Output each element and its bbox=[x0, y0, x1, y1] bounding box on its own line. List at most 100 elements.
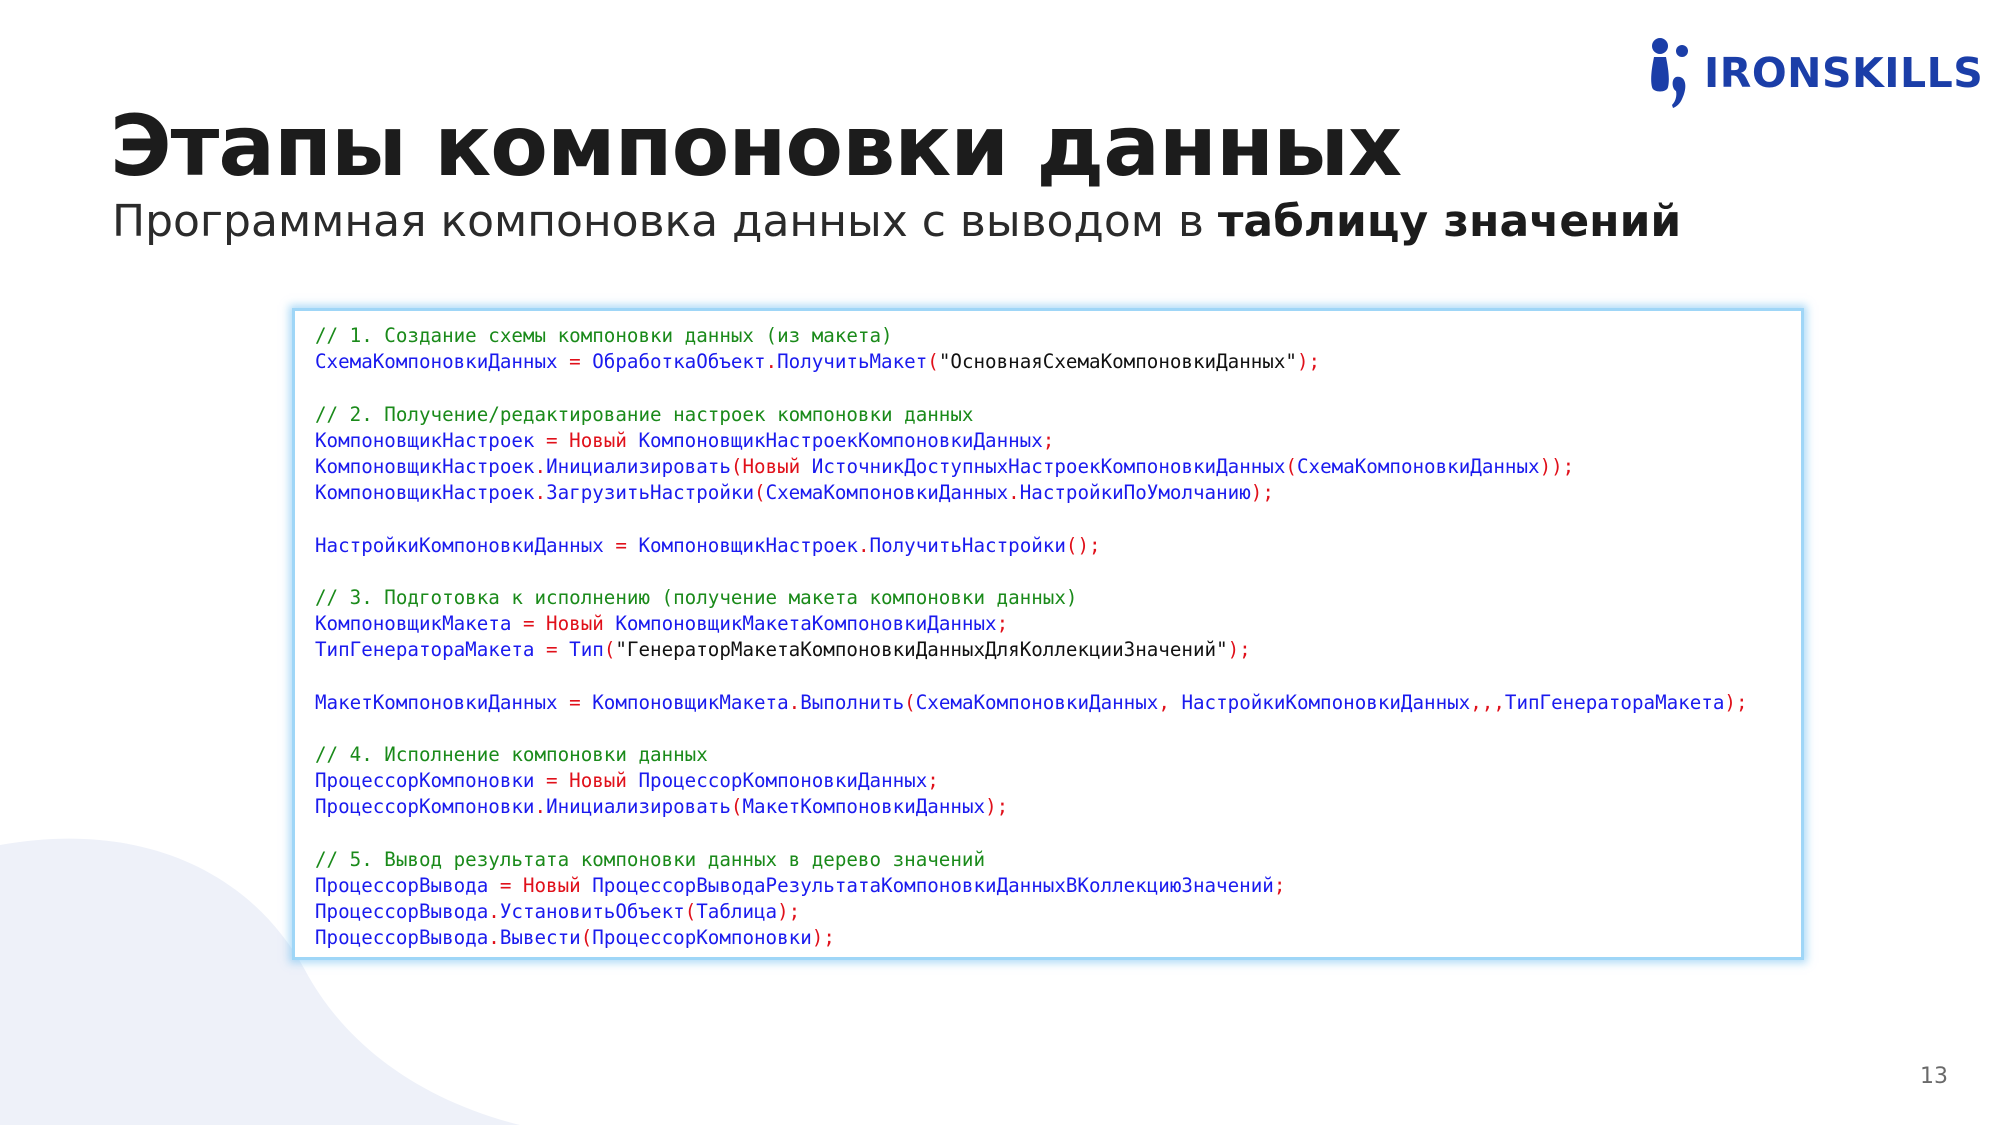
subtitle-bold: таблицу значений bbox=[1217, 196, 1682, 247]
code-token-op: ( bbox=[1285, 454, 1297, 478]
code-token-op: ); bbox=[1296, 350, 1321, 374]
code-token-kw: Новый bbox=[546, 612, 604, 636]
code-line: // 1. Создание схемы компоновки данных (… bbox=[315, 323, 1801, 349]
code-token-id: Тип bbox=[569, 638, 604, 662]
code-token-op: ( bbox=[580, 926, 593, 950]
code-token-id: ЗагрузитьНастройки bbox=[546, 481, 754, 505]
code-line: // 4. Исполнение компоновки данных bbox=[315, 742, 1801, 768]
code-token-id: Выполнить bbox=[800, 690, 905, 714]
code-token-op: )); bbox=[1539, 454, 1575, 478]
code-token-com: // 2. Получение/редактирование настроек … bbox=[315, 402, 974, 426]
code-token-op: ( bbox=[684, 900, 697, 924]
code-token-id: ИсточникДоступныхНастроекКомпоновкиДанны… bbox=[800, 454, 1286, 478]
code-token-kw: Новый bbox=[569, 769, 627, 793]
code-line: // 3. Подготовка к исполнению (получение… bbox=[315, 585, 1801, 611]
code-token-op: ,,, bbox=[1470, 690, 1505, 714]
code-line: ПроцессорВывода.УстановитьОбъект(Таблица… bbox=[315, 899, 1801, 925]
code-token-op: = bbox=[534, 638, 570, 662]
code-token-op: ( bbox=[603, 638, 616, 662]
code-token-op: ; bbox=[927, 769, 939, 793]
code-token-kw: Новый bbox=[522, 873, 581, 897]
code-token-op: ); bbox=[1724, 690, 1748, 714]
code-token-op: . bbox=[488, 926, 500, 950]
code-token-id: ПроцессорКомпоновкиДанных bbox=[626, 769, 928, 793]
code-token-id: ПолучитьМакет bbox=[777, 350, 928, 374]
page-number: 13 bbox=[1920, 1064, 1948, 1089]
code-token-op: . bbox=[534, 795, 547, 819]
code-token-op: ); bbox=[985, 795, 1009, 819]
code-line: ПроцессорКомпоновки = Новый ПроцессорКом… bbox=[315, 768, 1801, 794]
code-token-id: КомпоновщикМакета bbox=[315, 612, 512, 636]
code-token-id: НастройкиКомпоновкиДанных bbox=[1181, 690, 1471, 714]
code-token-op: ( bbox=[730, 795, 743, 819]
code-token-op: ( bbox=[927, 350, 939, 374]
code-token-id: ПроцессорКомпоновки bbox=[315, 795, 535, 819]
code-token-id: МакетКомпоновкиДанных bbox=[742, 795, 986, 819]
subtitle-regular: Программная компоновка данных с выводом … bbox=[112, 196, 1204, 247]
code-token-com: // 1. Создание схемы компоновки данных (… bbox=[315, 324, 893, 347]
code-token-id: ТипГенератораМакета bbox=[1504, 690, 1725, 714]
code-token-op: ; bbox=[996, 612, 1009, 636]
code-token-op: . bbox=[857, 533, 870, 557]
code-token-id: ПроцессорВывода bbox=[315, 873, 489, 897]
code-token-op: ); bbox=[777, 900, 801, 924]
code-token-kw: Новый bbox=[569, 428, 627, 452]
code-token-id: ПроцессорВыводаРезультатаКомпоновкиДанны… bbox=[580, 873, 1274, 897]
code-token-op: ( bbox=[904, 690, 916, 714]
code-token-str: "ГенераторМакетаКомпоновкиДанныхДляКолле… bbox=[615, 638, 1228, 662]
code-token-id: Вывести bbox=[499, 926, 581, 950]
code-line: ПроцессорВывода.Вывести(ПроцессорКомпоно… bbox=[315, 925, 1801, 951]
code-line: ПроцессорВывода = Новый ПроцессорВыводаР… bbox=[315, 873, 1801, 899]
code-token-id: СхемаКомпоновкиДанных bbox=[315, 350, 558, 374]
code-token-id: УстановитьОбъект bbox=[499, 900, 685, 924]
code-token-id: ПроцессорКомпоновки bbox=[315, 769, 535, 793]
code-token-op: = bbox=[511, 612, 547, 636]
code-token-op: ); bbox=[811, 926, 835, 950]
code-token-op: . bbox=[534, 481, 547, 505]
code-block: // 1. Создание схемы компоновки данных (… bbox=[292, 308, 1804, 960]
code-token-id: КомпоновщикНастроек bbox=[315, 454, 535, 478]
code-line: СхемаКомпоновкиДанных = ОбработкаОбъект.… bbox=[315, 349, 1801, 375]
code-token-op: ( bbox=[754, 481, 766, 505]
code-token-op: ; bbox=[1273, 873, 1286, 897]
code-token-id: НастройкиПоУмолчанию bbox=[1019, 481, 1251, 505]
code-token-op: . bbox=[488, 900, 500, 924]
code-line: // 5. Вывод результата компоновки данных… bbox=[315, 847, 1801, 873]
code-token-id: СхемаКомпоновкиДанных bbox=[1296, 454, 1540, 478]
ironskills-mark-icon bbox=[1651, 38, 1688, 108]
code-token-op: . bbox=[765, 350, 778, 374]
code-token-id: КомпоновщикМакета bbox=[592, 690, 789, 714]
code-token-id: СхемаКомпоновкиДанных bbox=[765, 481, 1009, 505]
code-token-id: КомпоновщикНастроекКомпоновкиДанных bbox=[626, 428, 1043, 452]
code-token-id: НастройкиКомпоновкиДанных bbox=[315, 533, 604, 557]
code-token-op: ; bbox=[1042, 428, 1055, 452]
code-token-com: // 5. Вывод результата компоновки данных… bbox=[315, 847, 986, 871]
code-token-id: Инициализировать bbox=[546, 795, 731, 819]
code-token-op: = bbox=[488, 873, 523, 897]
code-token-op: = bbox=[557, 690, 593, 714]
code-token-id: КомпоновщикНастроек bbox=[638, 533, 858, 557]
code-token-op: . bbox=[534, 454, 547, 478]
code-token-id: КомпоновщикНастроек bbox=[315, 481, 535, 505]
code-line: ПроцессорКомпоновки.Инициализировать(Мак… bbox=[315, 794, 1801, 820]
code-token-id: ПолучитьНастройки bbox=[869, 533, 1066, 557]
code-line: КомпоновщикМакета = Новый КомпоновщикМак… bbox=[315, 611, 1801, 637]
code-token-id: Таблица bbox=[696, 900, 778, 924]
code-token-id: ПроцессорВывода bbox=[315, 926, 489, 950]
code-token-id: ТипГенератораМакета bbox=[315, 638, 535, 662]
code-token-str: "ОсновнаяСхемаКомпоновкиДанных" bbox=[938, 350, 1297, 374]
code-token-op: = bbox=[557, 350, 593, 374]
code-line: КомпоновщикНастроек.Инициализировать(Нов… bbox=[315, 454, 1801, 480]
code-token-com: // 3. Подготовка к исполнению (получение… bbox=[315, 585, 1078, 609]
code-token-op: = bbox=[534, 769, 570, 793]
code-token-op: . bbox=[1008, 481, 1020, 505]
page-subtitle: Программная компоновка данных с выводом … bbox=[112, 194, 1681, 250]
code-token-kw: Новый bbox=[742, 454, 801, 478]
code-token-id: ПроцессорВывода bbox=[315, 900, 489, 924]
code-lines: // 1. Создание схемы компоновки данных (… bbox=[315, 323, 1801, 952]
code-token-com: // 4. Исполнение компоновки данных bbox=[315, 743, 708, 766]
code-token-id: СхемаКомпоновкиДанных bbox=[915, 690, 1159, 714]
